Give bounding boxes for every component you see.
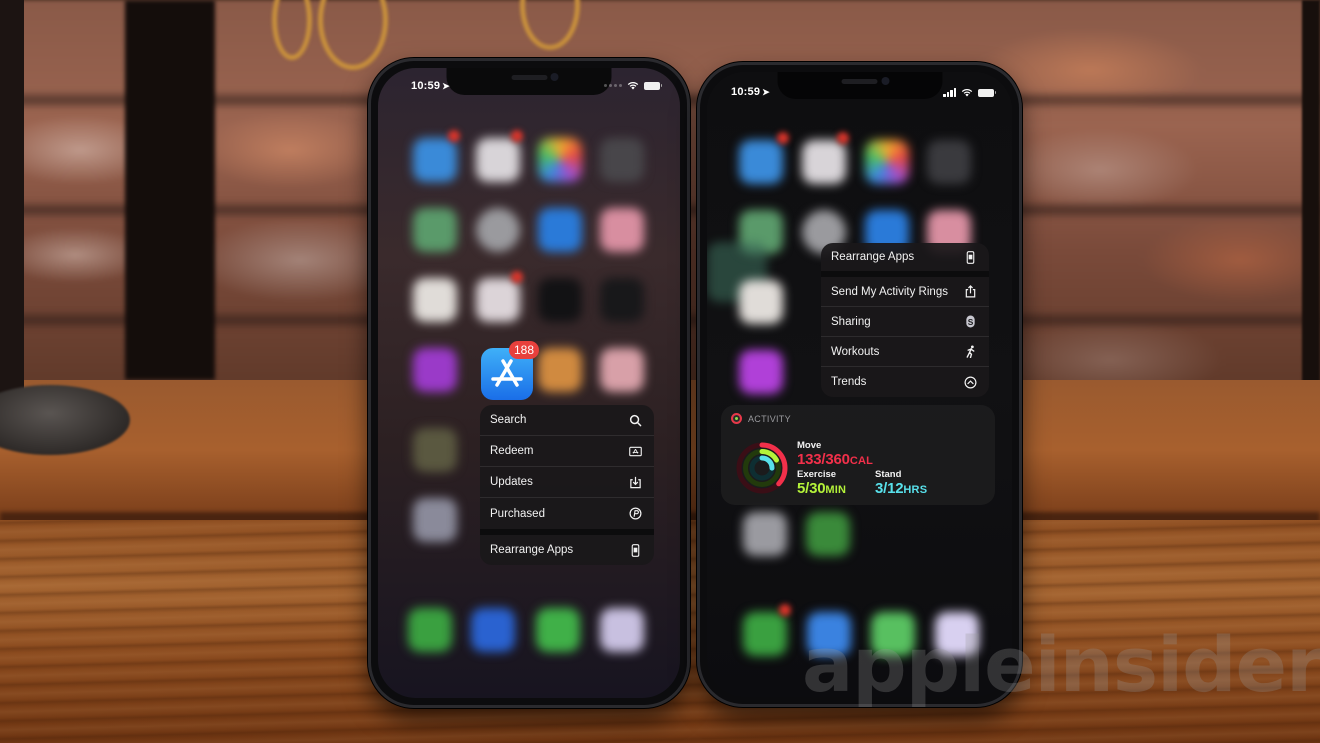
app-store-a-glyph-icon bbox=[491, 359, 523, 387]
blurred-app-icon bbox=[865, 140, 909, 184]
blurred-app-icon bbox=[476, 208, 520, 252]
blurred-app-icon bbox=[476, 138, 520, 182]
status-bar: 10:59 ➤ bbox=[707, 82, 1012, 100]
phone-rearrange-icon bbox=[628, 543, 642, 557]
dark-pillar-right bbox=[1302, 0, 1320, 430]
redeem-card-icon bbox=[628, 444, 642, 458]
exercise-label: Exercise bbox=[797, 469, 837, 480]
exercise-value: 5/30MIN bbox=[797, 480, 847, 497]
wifi-icon bbox=[627, 81, 639, 90]
phone-rearrange-icon bbox=[963, 250, 977, 264]
blurred-badge bbox=[779, 604, 791, 616]
blurred-app-icon bbox=[802, 140, 846, 184]
trends-chevron-up-circle-icon bbox=[963, 375, 977, 389]
location-arrow-icon: ➤ bbox=[762, 87, 770, 97]
download-tray-icon bbox=[628, 475, 642, 489]
no-signal-dots-icon bbox=[604, 84, 622, 87]
appleinsider-watermark: appleinsider bbox=[802, 620, 1320, 709]
blurred-app-icon bbox=[806, 512, 850, 556]
menu-item-search[interactable]: Search bbox=[480, 405, 654, 436]
svg-text:S: S bbox=[967, 317, 973, 327]
blurred-app-icon bbox=[739, 280, 783, 324]
battery-icon bbox=[978, 88, 996, 97]
blurred-app-icon bbox=[927, 140, 971, 184]
move-value: 133/360CAL bbox=[797, 451, 874, 468]
left-iphone: 10:59 ➤ 188 Search Redeem Updates Purcha… bbox=[368, 58, 690, 708]
dock-app-icon bbox=[743, 612, 787, 656]
notification-badge: 188 bbox=[509, 341, 540, 359]
menu-item-trends[interactable]: Trends bbox=[821, 367, 989, 397]
blurred-app-icon bbox=[413, 498, 457, 542]
share-icon bbox=[963, 285, 977, 299]
activity-rings bbox=[736, 442, 788, 494]
activity-quick-actions-menu: Rearrange Apps Send My Activity Rings Sh… bbox=[821, 243, 989, 397]
activity-app-icon bbox=[731, 413, 742, 424]
dark-pillar bbox=[125, 0, 215, 380]
wifi-icon bbox=[961, 88, 973, 97]
blurred-badge bbox=[837, 132, 849, 144]
blurred-app-icon bbox=[476, 278, 520, 322]
blurred-badge bbox=[511, 130, 523, 142]
blurred-app-icon bbox=[413, 278, 457, 322]
blurred-app-icon bbox=[538, 208, 582, 252]
menu-item-redeem[interactable]: Redeem bbox=[480, 436, 654, 467]
activity-widget[interactable]: ACTIVITY Move 133/360CAL Exercise 5/30MI… bbox=[721, 405, 995, 505]
status-bar: 10:59 ➤ bbox=[378, 78, 680, 96]
dock-app-icon bbox=[471, 608, 515, 652]
right-iphone: 10:59 ➤ Rearrange Apps Send My Activity … bbox=[697, 62, 1022, 707]
move-label: Move bbox=[797, 440, 822, 451]
menu-item-rearrange-apps[interactable]: Rearrange Apps bbox=[480, 535, 654, 565]
widget-title: ACTIVITY bbox=[748, 413, 791, 424]
cellular-signal-icon bbox=[943, 88, 956, 97]
search-icon bbox=[628, 413, 642, 427]
stand-value: 3/12HRS bbox=[875, 480, 928, 497]
blurred-app-icon bbox=[739, 350, 783, 394]
blurred-app-icon bbox=[413, 138, 457, 182]
blurred-app-icon bbox=[413, 428, 457, 472]
running-figure-icon bbox=[963, 345, 977, 359]
lamp-post bbox=[0, 0, 24, 410]
blurred-app-icon bbox=[413, 208, 457, 252]
blurred-app-icon bbox=[538, 278, 582, 322]
status-time: 10:59 ➤ bbox=[411, 80, 450, 92]
blurred-badge bbox=[448, 130, 460, 142]
sharing-s-icon: S bbox=[963, 315, 977, 329]
blurred-app-icon bbox=[739, 140, 783, 184]
battery-icon bbox=[644, 81, 662, 90]
right-phone-screen: 10:59 ➤ Rearrange Apps Send My Activity … bbox=[707, 72, 1012, 697]
blurred-app-icon bbox=[413, 348, 457, 392]
dock-app-icon bbox=[536, 608, 580, 652]
blurred-badge bbox=[777, 132, 789, 144]
dock-app-icon bbox=[408, 608, 452, 652]
stand-label: Stand bbox=[875, 469, 902, 480]
menu-item-send-my-activity-rings[interactable]: Send My Activity Rings bbox=[821, 277, 989, 307]
dock-app-icon bbox=[600, 608, 644, 652]
blurred-badge bbox=[511, 271, 523, 283]
left-phone-screen: 10:59 ➤ 188 Search Redeem Updates Purcha… bbox=[378, 68, 680, 698]
purchased-p-circle-icon bbox=[628, 507, 642, 521]
location-arrow-icon: ➤ bbox=[442, 81, 450, 91]
blurred-app-icon bbox=[600, 348, 644, 392]
blurred-app-icon bbox=[600, 138, 644, 182]
blurred-app-icon bbox=[743, 512, 787, 556]
blurred-app-icon bbox=[538, 138, 582, 182]
menu-item-rearrange-apps[interactable]: Rearrange Apps bbox=[821, 243, 989, 277]
blurred-app-icon bbox=[600, 208, 644, 252]
menu-item-purchased[interactable]: Purchased bbox=[480, 498, 654, 535]
menu-item-sharing[interactable]: Sharing S bbox=[821, 307, 989, 337]
menu-item-workouts[interactable]: Workouts bbox=[821, 337, 989, 367]
widget-header: ACTIVITY bbox=[731, 413, 791, 424]
blurred-app-icon bbox=[600, 278, 644, 322]
app-store-quick-actions-menu: Search Redeem Updates Purchased Rearrang… bbox=[480, 405, 654, 565]
blurred-app-icon bbox=[538, 348, 582, 392]
menu-item-updates[interactable]: Updates bbox=[480, 467, 654, 498]
status-time: 10:59 ➤ bbox=[731, 86, 770, 98]
